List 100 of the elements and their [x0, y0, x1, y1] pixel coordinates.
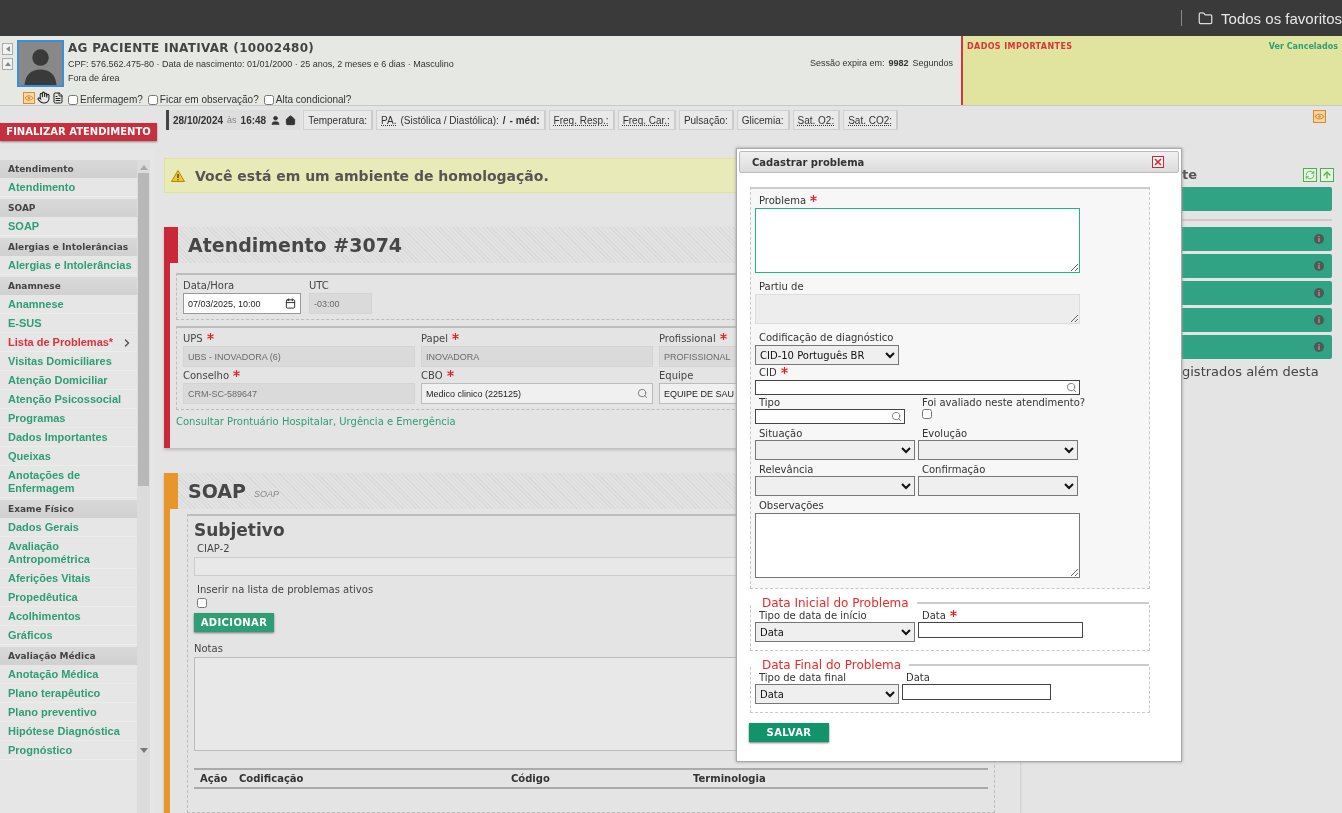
soap-subtitle: SOAP: [253, 488, 279, 499]
field-label: Tipo de data de início: [758, 610, 867, 621]
observations-field[interactable]: [755, 513, 1080, 578]
close-icon[interactable]: [1152, 156, 1164, 168]
finish-button[interactable]: FINALIZAR ATENDIMENTO: [0, 123, 157, 141]
vital-field[interactable]: PA. (Sistólica / Diastólica): / - méd:: [376, 110, 546, 130]
coding-select[interactable]: CID-10 Português BR: [755, 345, 899, 365]
field-label: Data/Hora: [183, 280, 235, 292]
field-label: Data: [905, 672, 930, 683]
datetime-field[interactable]: 07/03/2025, 10:00: [183, 293, 301, 315]
field-label: UTC: [309, 280, 329, 292]
document-icon[interactable]: [52, 91, 64, 104]
soap-title: SOAP: [188, 479, 246, 502]
vital-label: Sat. CO2:: [848, 114, 893, 126]
field-label: Papel: [421, 333, 459, 345]
dropdown[interactable]: [918, 476, 1078, 496]
bookmarks-label[interactable]: Todos os favoritos: [1221, 9, 1342, 27]
date-field[interactable]: [902, 684, 1051, 700]
warning-icon: [171, 169, 185, 182]
sidebar-section-header: Alergias e Intolerâncias: [0, 238, 137, 256]
field-label: Inserir na lista de problemas ativos: [196, 583, 374, 595]
upload-icon[interactable]: [1320, 167, 1334, 182]
date-field[interactable]: [918, 622, 1083, 638]
vital-label: Pulsação:: [683, 114, 728, 126]
dropdown[interactable]: [755, 440, 915, 460]
info-icon[interactable]: [1314, 288, 1324, 298]
field-label: Tipo: [758, 397, 781, 408]
flag-label: Alta condicional?: [275, 94, 352, 105]
field-label: Situação: [758, 428, 803, 439]
field-label: CIAP-2: [196, 542, 230, 554]
dropdown[interactable]: [755, 476, 915, 496]
session-unit: Segundos: [912, 58, 953, 68]
vital-field[interactable]: Freq. Resp.:: [548, 110, 615, 130]
utc-field[interactable]: -03:00: [309, 293, 372, 315]
type-field[interactable]: [755, 409, 905, 424]
date-value: 28/10/2024: [173, 114, 224, 126]
info-icon[interactable]: [1314, 234, 1324, 244]
flag-label: Enfermagem?: [80, 94, 143, 105]
up-button[interactable]: [2, 58, 13, 70]
insert-checkbox[interactable]: [197, 597, 207, 608]
column-header: Terminologia: [693, 772, 767, 784]
add-button[interactable]: ADICIONAR: [194, 612, 274, 632]
flag-label: Ficar em observação?: [159, 94, 259, 105]
flag-checkbox[interactable]: [147, 94, 158, 105]
vital-field[interactable]: Sat. O2:: [792, 110, 841, 130]
vital-part: /: [502, 114, 506, 126]
at-label: às: [227, 115, 237, 125]
scroll-down-icon[interactable]: [139, 748, 148, 754]
field-label: Conselho: [183, 370, 241, 382]
required-icon: [949, 610, 957, 617]
vital-field[interactable]: Temperatura:: [303, 110, 374, 130]
hand-icon[interactable]: [37, 91, 50, 104]
form-field[interactable]: Medico clinico (225125): [421, 383, 653, 405]
sidebar-section-header: Avaliação Médica: [0, 647, 137, 665]
vital-label: Sat. O2:: [797, 114, 835, 126]
sidebar-section-header: Anamnese: [0, 277, 137, 295]
date-type-select[interactable]: Data: [755, 684, 899, 704]
warning-text: Você está em um ambiente de homologação.: [195, 167, 549, 184]
column-header: Ação: [200, 772, 229, 784]
user-icon[interactable]: [270, 114, 282, 126]
info-icon[interactable]: [1314, 342, 1324, 352]
save-button[interactable]: SALVAR: [749, 723, 829, 742]
required-icon: [452, 333, 459, 341]
flag-checkbox[interactable]: [263, 94, 274, 105]
problem-field[interactable]: [755, 208, 1080, 273]
required-icon: [233, 370, 241, 378]
vital-field[interactable]: Pulsação:: [678, 110, 734, 130]
vital-field[interactable]: Freq. Car.:: [617, 110, 676, 130]
field-label: Data: [918, 610, 957, 621]
field-label: Observações: [758, 500, 824, 511]
calendar-icon[interactable]: [285, 298, 296, 310]
vital-field[interactable]: Sat. CO2:: [843, 110, 899, 130]
eye-icon[interactable]: [1313, 110, 1326, 123]
search-icon[interactable]: [637, 388, 648, 400]
search-icon[interactable]: [1066, 382, 1077, 393]
flag-checkbox[interactable]: [68, 94, 78, 105]
sidebar-section-header: SOAP: [0, 199, 137, 217]
scrollbar[interactable]: [137, 160, 150, 813]
dropdown[interactable]: [918, 440, 1078, 460]
caret-icon: [4, 46, 11, 52]
info-icon[interactable]: [1314, 315, 1324, 325]
patient-details: CPF: 576.562.475-80 · Data de nascimento: 01/01/2000 · 25 anos, 2 meses e 6 dias · Masculino: [68, 59, 455, 69]
field-label: Foi avaliado neste atendimento?: [921, 397, 1086, 408]
cid-field[interactable]: [755, 380, 1080, 395]
origin-field[interactable]: [755, 294, 1080, 324]
date-type-select[interactable]: Data: [755, 622, 915, 642]
refresh-icon[interactable]: [1303, 167, 1317, 182]
field-label: Notas: [194, 642, 223, 654]
search-icon[interactable]: [891, 411, 902, 422]
home-icon[interactable]: [285, 114, 297, 126]
back-button[interactable]: [2, 43, 13, 55]
field-label: Codificação de diagnóstico: [758, 332, 894, 343]
session-value: 9982: [888, 58, 909, 68]
vital-label: Glicemia:: [741, 114, 784, 126]
evaluated-checkbox[interactable]: [922, 409, 932, 419]
show-cancelled-link[interactable]: Ver Cancelados: [1268, 42, 1338, 51]
info-icon[interactable]: [1314, 261, 1324, 271]
vital-field[interactable]: Glicemia:: [736, 110, 790, 130]
avatar: [17, 40, 64, 87]
encounter-title: Atendimento #3074: [188, 234, 403, 257]
